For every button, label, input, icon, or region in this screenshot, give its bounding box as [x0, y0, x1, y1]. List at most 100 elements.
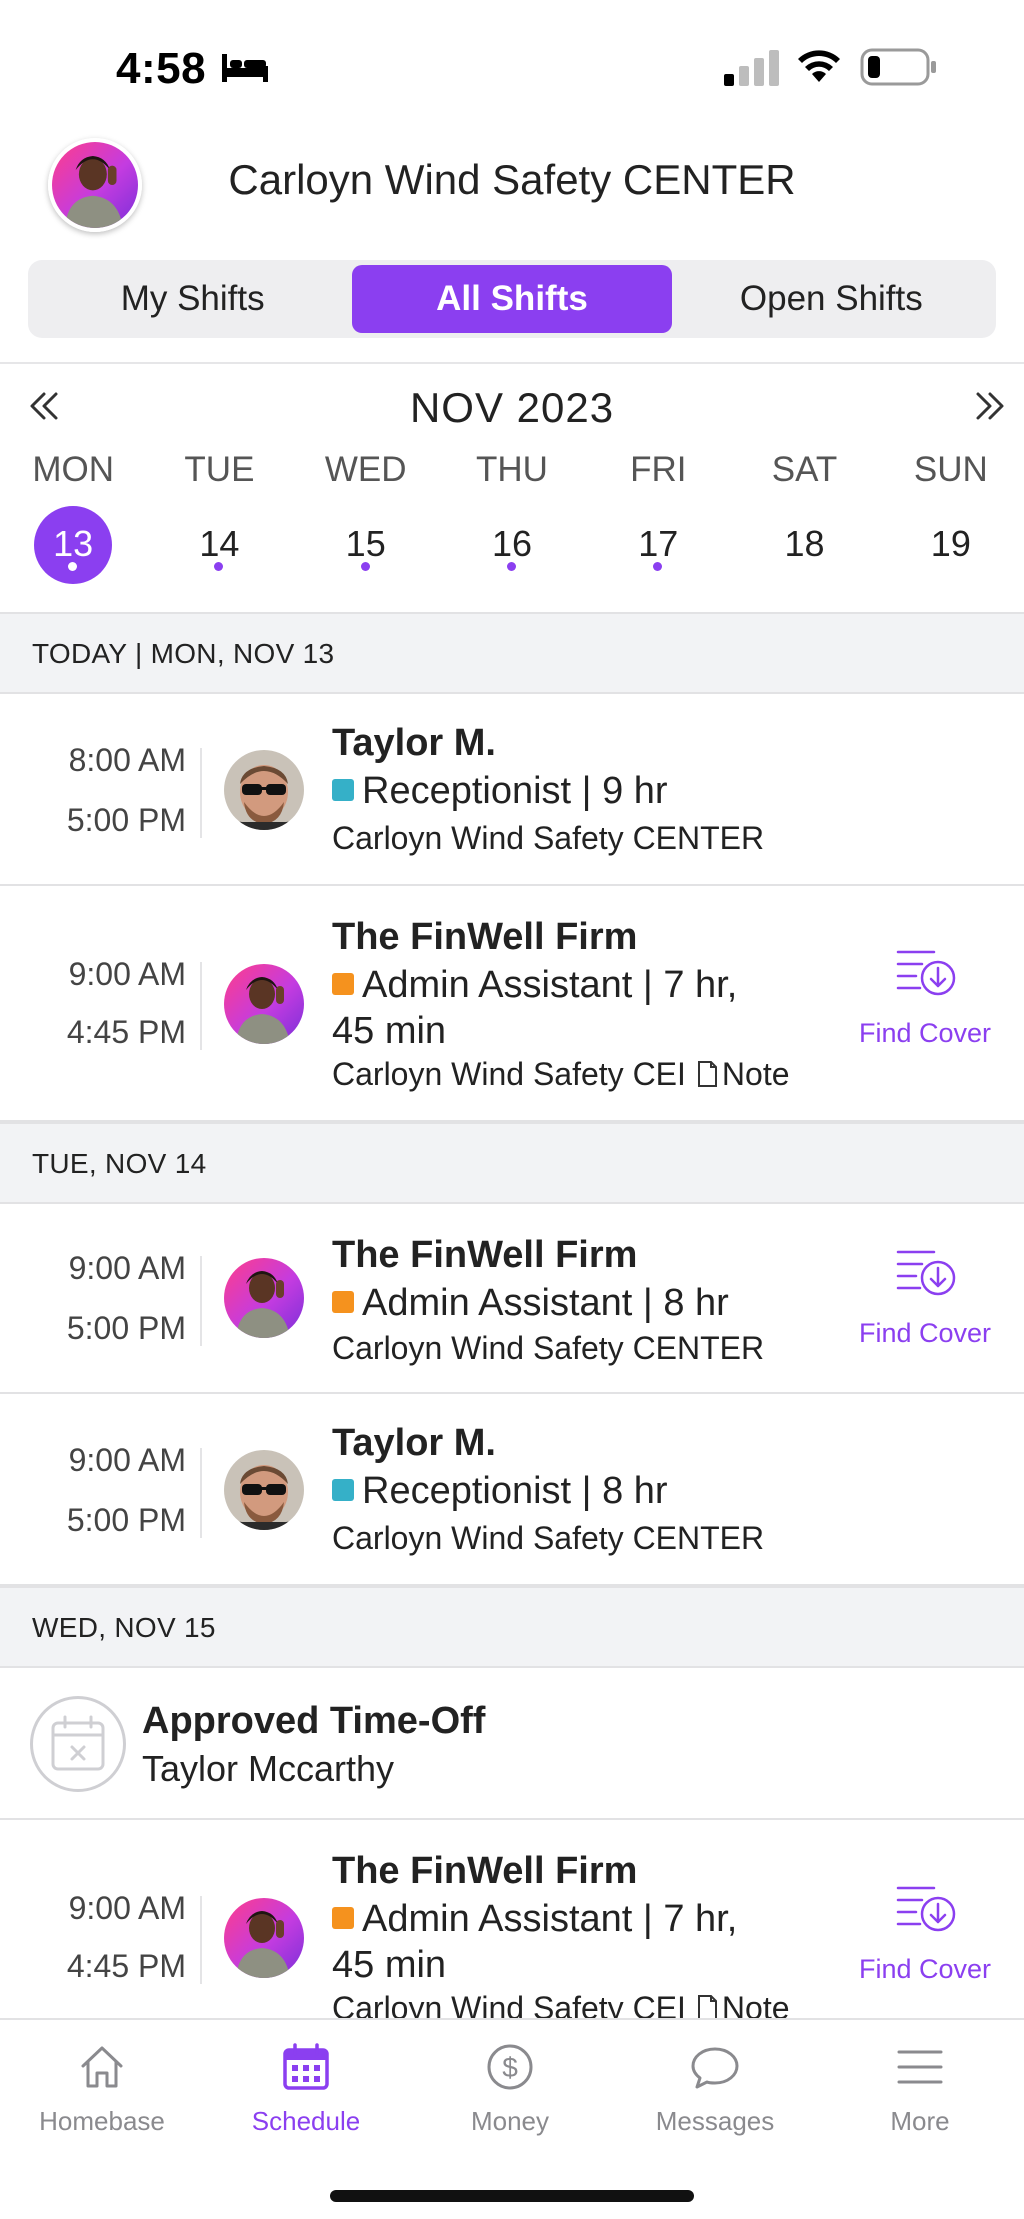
day-section-header: WED, NOV 15	[0, 1586, 1024, 1668]
calendar-day[interactable]: 15	[293, 506, 439, 582]
time-divider	[200, 962, 202, 1050]
calendar-day[interactable]: 19	[878, 506, 1024, 582]
find-cover-button[interactable]: Find Cover	[846, 1882, 1004, 1985]
shift-indicator-dot	[68, 562, 77, 571]
find-cover-button[interactable]: Find Cover	[846, 1246, 1004, 1349]
calendar-cancel-icon	[51, 1715, 105, 1771]
weekday-label: SUN	[913, 450, 988, 489]
shift-role: Receptionist | 8 hr	[332, 1468, 668, 1514]
calendar-day[interactable]: 16	[439, 506, 585, 582]
shift-card[interactable]: 9:00 AM 5:00 PM Taylor M. Receptionist |…	[0, 1394, 1024, 1586]
app-header: Carloyn Wind Safety CENTER	[0, 130, 1024, 232]
tab-my-shifts[interactable]: My Shifts	[33, 265, 352, 333]
role-color-swatch	[332, 1291, 354, 1313]
time-divider	[200, 1896, 202, 1984]
employee-avatar	[224, 1450, 304, 1530]
shift-location: Carloyn Wind Safety CENTER	[332, 1330, 765, 1366]
shift-end-time: 5:00 PM	[66, 1502, 186, 1538]
shift-title: The FinWell Firm	[332, 1850, 638, 1892]
shift-card[interactable]: 9:00 AM 4:45 PM The FinWell Firm Admin A…	[0, 886, 1024, 1122]
note-label: Note	[721, 1990, 790, 2020]
role-text: Receptionist | 8 hr	[362, 1470, 668, 1512]
shift-end-time: 4:45 PM	[66, 1948, 186, 1984]
role-text-continued: 45 min	[332, 1944, 447, 1986]
shift-end-time: 4:45 PM	[66, 1014, 186, 1050]
shift-card[interactable]: 9:00 AM 4:45 PM The FinWell Firm Admin A…	[0, 1820, 1024, 2020]
shift-role: Admin Assistant | 7 hr, 45 min	[332, 962, 737, 1054]
weekday-label: SAT	[771, 450, 838, 489]
weekday-labels: MON TUE WED THU FRI SAT SUN	[0, 450, 1024, 490]
calendar-month: NOV 2023	[409, 384, 615, 431]
find-cover-icon	[896, 950, 956, 996]
nav-money[interactable]: $ Money	[420, 2040, 600, 2137]
day-number: 16	[491, 523, 532, 564]
time-off-icon-container	[30, 1696, 126, 1792]
role-text: Receptionist | 9 hr	[362, 770, 668, 812]
shift-location: Carloyn Wind Safety CEI Note	[332, 1056, 790, 1093]
home-icon	[81, 2046, 123, 2088]
bed-icon	[222, 54, 268, 82]
shift-title: Taylor M.	[332, 1422, 496, 1464]
day-number: 19	[930, 523, 971, 564]
shift-end-time: 5:00 PM	[66, 802, 186, 838]
home-indicator[interactable]	[330, 2190, 694, 2202]
calendar-days: 13 14 15 16 17 18 19	[0, 506, 1024, 584]
shift-card[interactable]: 8:00 AM 5:00 PM Taylor M. Receptionist |…	[0, 694, 1024, 886]
shift-start-time: 9:00 AM	[68, 1890, 186, 1926]
location-text: Carloyn Wind Safety CEI	[332, 1056, 686, 1092]
chat-bubble-icon	[691, 2047, 739, 2089]
nav-schedule[interactable]: Schedule	[216, 2040, 396, 2137]
status-bar: 4:58	[0, 0, 1024, 120]
next-week-icon[interactable]	[970, 386, 1010, 426]
find-cover-icon	[896, 1886, 956, 1932]
shift-start-time: 9:00 AM	[68, 1250, 186, 1286]
calendar-day-selected[interactable]: 13	[0, 506, 146, 584]
shift-role: Receptionist | 9 hr	[332, 768, 668, 814]
nav-messages[interactable]: Messages	[625, 2040, 805, 2137]
shift-end-time: 5:00 PM	[66, 1310, 186, 1346]
shift-filter-tabs: My Shifts All Shifts Open Shifts	[28, 260, 996, 338]
time-divider	[200, 748, 202, 838]
location-text: Carloyn Wind Safety CEI	[332, 1990, 686, 2020]
role-color-swatch	[332, 1907, 354, 1929]
day-section-header: TODAY | MON, NOV 13	[0, 612, 1024, 694]
weekday-label: WED	[324, 450, 407, 489]
find-cover-button[interactable]: Find Cover	[846, 946, 1004, 1049]
shift-card[interactable]: 9:00 AM 5:00 PM The FinWell Firm Admin A…	[0, 1204, 1024, 1394]
shift-title: The FinWell Firm	[332, 916, 638, 958]
calendar-header: NOV 2023	[0, 378, 1024, 438]
day-number: 18	[784, 523, 825, 564]
calendar-day[interactable]: 14	[146, 506, 292, 582]
employee-avatar	[224, 1898, 304, 1978]
time-divider	[200, 1256, 202, 1346]
nav-more[interactable]: More	[830, 2040, 1010, 2137]
time-off-card[interactable]: Approved Time-Off Taylor Mccarthy	[0, 1668, 1024, 1820]
section-date-label: TODAY | MON, NOV 13	[32, 638, 335, 669]
find-cover-icon	[896, 1250, 956, 1296]
employee-avatar	[224, 964, 304, 1044]
shift-location: Carloyn Wind Safety CENTER	[332, 820, 765, 856]
weekday-label: FRI	[630, 450, 687, 489]
tab-open-shifts[interactable]: Open Shifts	[672, 265, 991, 333]
shift-location: Carloyn Wind Safety CEI Note	[332, 1990, 790, 2020]
hamburger-menu-icon	[897, 2050, 943, 2084]
shift-role: Admin Assistant | 8 hr	[332, 1280, 729, 1326]
weekday-label: THU	[476, 450, 548, 489]
cellular-signal-icon	[724, 50, 779, 86]
note-icon	[697, 1995, 717, 2020]
calendar-day[interactable]: 17	[585, 506, 731, 582]
shift-indicator-dot	[360, 562, 370, 571]
calendar-day[interactable]: 18	[731, 506, 877, 582]
tab-all-shifts[interactable]: All Shifts	[352, 265, 672, 333]
nav-label: More	[890, 2106, 950, 2136]
nav-label: Messages	[655, 2106, 775, 2136]
svg-text:$: $	[502, 2052, 518, 2083]
find-cover-label: Find Cover	[858, 1018, 992, 1048]
shift-location: Carloyn Wind Safety CENTER	[332, 1520, 765, 1556]
location-title: Carloyn Wind Safety CENTER	[228, 156, 796, 203]
calendar-icon	[283, 2043, 329, 2090]
nav-homebase[interactable]: Homebase	[12, 2040, 192, 2137]
bottom-navigation: Homebase Schedule $ Money Messages More	[0, 2018, 1024, 2219]
note-label: Note	[721, 1056, 790, 1092]
role-color-swatch	[332, 779, 354, 801]
